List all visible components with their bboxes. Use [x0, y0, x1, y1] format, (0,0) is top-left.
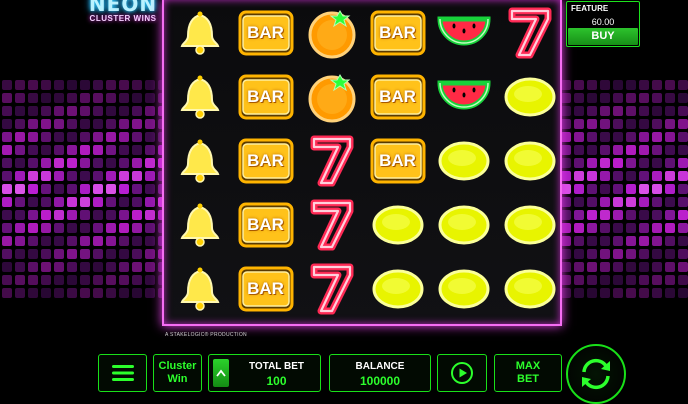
hamburger-menu-icon [111, 365, 134, 381]
bar-symbol-label: BAR [247, 87, 284, 106]
max-bet-line2: BET [517, 373, 539, 385]
lemon-symbol [431, 193, 496, 257]
bell-symbol [167, 129, 232, 193]
bar-symbol: BAR [233, 1, 298, 65]
bar-symbol-label: BAR [247, 279, 284, 298]
lemon-symbol [365, 193, 430, 257]
logo-title: NEON [88, 0, 158, 16]
balance-value: 100000 [359, 374, 401, 388]
orange-symbol [299, 1, 364, 65]
bar-symbol: BAR [233, 65, 298, 129]
bell-symbol [167, 257, 232, 321]
bar-symbol: BAR [365, 129, 430, 193]
seven-symbol [497, 1, 560, 65]
lemon-symbol [431, 129, 496, 193]
bar-symbol: BAR [365, 1, 430, 65]
bar-symbol: BAR [233, 257, 298, 321]
reel-grid: BAR BAR BAR BAR BAR BAR BAR BAR [162, 0, 562, 326]
spin-button[interactable] [566, 344, 626, 404]
lemon-symbol [497, 257, 560, 321]
lemon-symbol [497, 65, 560, 129]
total-bet-panel: TOTAL BET 100 [208, 354, 321, 392]
logo-subtitle: CLUSTER WINS [89, 14, 157, 23]
production-credit: A STAKELOGIC® PRODUCTION [165, 332, 247, 338]
bar-symbol: BAR [233, 193, 298, 257]
buy-feature-button[interactable]: BUY [568, 28, 638, 45]
balance-panel: BALANCE 100000 [329, 354, 431, 392]
bar-symbol-label: BAR [379, 151, 416, 170]
autoplay-button[interactable] [437, 354, 487, 392]
total-bet-value: 100 [266, 374, 287, 388]
cluster-win-line2: Win [167, 373, 188, 385]
bar-symbol-label: BAR [247, 23, 284, 42]
seven-symbol [299, 193, 364, 257]
watermelon-symbol [431, 65, 496, 129]
bar-symbol-label: BAR [247, 151, 284, 170]
spin-arrows-icon [582, 358, 610, 390]
max-bet-line1: MAX [515, 360, 541, 372]
lemon-symbol [365, 257, 430, 321]
lemon-symbol [431, 257, 496, 321]
bar-symbol-label: BAR [379, 87, 416, 106]
feature-label: FEATURE [571, 4, 609, 13]
bar-symbol-label: BAR [247, 215, 284, 234]
seven-symbol [299, 257, 364, 321]
cluster-win-button[interactable]: Cluster Win [153, 354, 202, 392]
watermelon-symbol [431, 1, 496, 65]
lemon-symbol [497, 129, 560, 193]
seven-symbol [299, 129, 364, 193]
menu-button[interactable] [98, 354, 147, 392]
chevron-up-icon [216, 369, 226, 377]
bell-symbol [167, 193, 232, 257]
play-circle-icon [451, 362, 473, 384]
bell-symbol [167, 65, 232, 129]
bar-symbol: BAR [365, 65, 430, 129]
feature-price: 60.00 [591, 17, 615, 27]
game-logo: NEON CLUSTER WINS [84, 0, 162, 24]
lemon-symbol [497, 193, 560, 257]
total-bet-label: TOTAL BET [249, 361, 304, 372]
balance-label: BALANCE [355, 361, 405, 372]
max-bet-button[interactable]: MAX BET [494, 354, 562, 392]
bar-symbol-label: BAR [379, 23, 416, 42]
bell-symbol [167, 1, 232, 65]
cluster-win-line1: Cluster [158, 360, 197, 372]
orange-symbol [299, 65, 364, 129]
feature-buy-panel: FEATURE 60.00 BUY [566, 1, 640, 47]
bet-increase-button[interactable] [213, 359, 229, 387]
bar-symbol: BAR [233, 129, 298, 193]
